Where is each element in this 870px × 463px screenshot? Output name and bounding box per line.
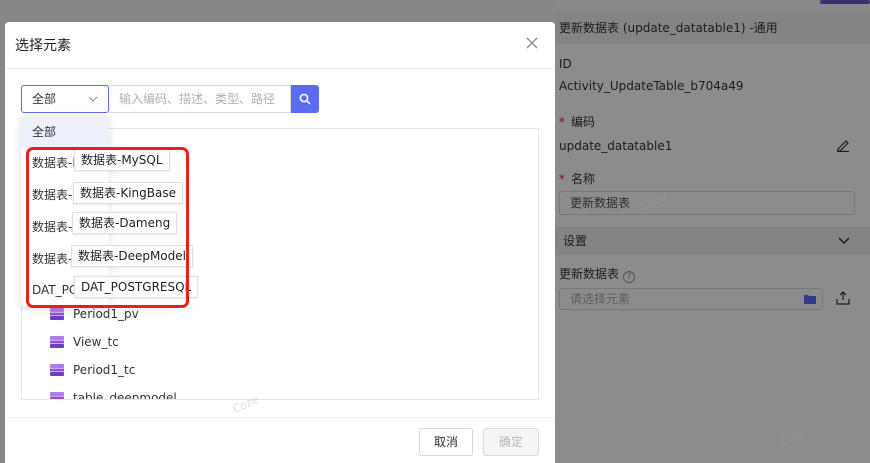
cancel-button[interactable]: 取消 xyxy=(419,428,473,456)
database-table-icon xyxy=(50,336,64,348)
database-table-icon xyxy=(50,392,64,399)
code-value: update_datatable1 xyxy=(559,139,673,153)
element-select[interactable]: 请选择元素 xyxy=(559,288,823,310)
update-table-label: 更新数据表 xyxy=(559,267,620,281)
name-label-row: * 名称 xyxy=(559,170,595,187)
database-table-icon xyxy=(50,308,64,320)
properties-panel: 更新数据表 (update_datatable1) -通用 ID Activit… xyxy=(555,0,870,463)
update-table-label-row: 更新数据表? xyxy=(559,265,636,283)
id-value: Activity_UpdateTable_b704a49 xyxy=(559,79,744,93)
close-icon[interactable] xyxy=(526,37,538,49)
settings-label: 设置 xyxy=(563,234,588,248)
tree-item-label: View_tc xyxy=(73,335,119,349)
panel-header-title: 更新数据表 (update_datatable1) -通用 xyxy=(555,12,870,44)
database-table-icon xyxy=(50,364,64,376)
option-tooltip: 数据表-Dameng xyxy=(72,212,178,234)
option-tooltip: DAT_POSTGRESQL xyxy=(74,276,199,298)
search-button[interactable] xyxy=(291,85,319,113)
search-input[interactable]: 输入编码、描述、类型、路径 xyxy=(109,85,291,113)
footer-divider xyxy=(5,417,555,418)
settings-section-header[interactable]: 设置 xyxy=(555,227,870,255)
code-label-row: * 编码 xyxy=(559,113,595,130)
folder-icon[interactable] xyxy=(804,294,816,304)
chevron-down-icon xyxy=(88,96,98,102)
option-tooltip: 数据表-KingBase xyxy=(73,182,183,204)
tree-item-label: Period1_pv xyxy=(73,307,139,321)
tree-item-label: Period1_tc xyxy=(73,363,136,377)
code-label: 编码 xyxy=(571,115,596,129)
dropdown-option-all[interactable]: 全部 xyxy=(21,116,109,148)
edit-icon[interactable] xyxy=(836,138,850,152)
header-divider xyxy=(5,68,555,69)
type-filter-select[interactable]: 全部 xyxy=(21,85,109,113)
option-tooltip: 数据表-MySQL xyxy=(74,149,170,171)
help-icon[interactable]: ? xyxy=(623,271,636,283)
name-input[interactable]: 更新数据表 xyxy=(559,191,855,215)
id-label: ID xyxy=(559,57,572,71)
required-mark: * xyxy=(559,172,565,186)
confirm-button[interactable]: 确定 xyxy=(483,428,539,456)
search-icon xyxy=(299,93,311,105)
required-mark: * xyxy=(559,115,565,129)
option-tooltip: 数据表-DeepModel xyxy=(71,245,193,267)
panel-top-strip xyxy=(555,0,870,12)
share-icon[interactable] xyxy=(836,291,850,305)
name-label: 名称 xyxy=(571,172,596,186)
element-select-placeholder: 请选择元素 xyxy=(570,292,631,306)
tree-item-label: table_deepmodel xyxy=(73,391,177,400)
type-filter-value: 全部 xyxy=(32,92,57,106)
top-action-button[interactable] xyxy=(820,0,870,4)
dialog-title: 选择元素 xyxy=(15,38,71,54)
chevron-down-icon[interactable] xyxy=(834,231,854,251)
